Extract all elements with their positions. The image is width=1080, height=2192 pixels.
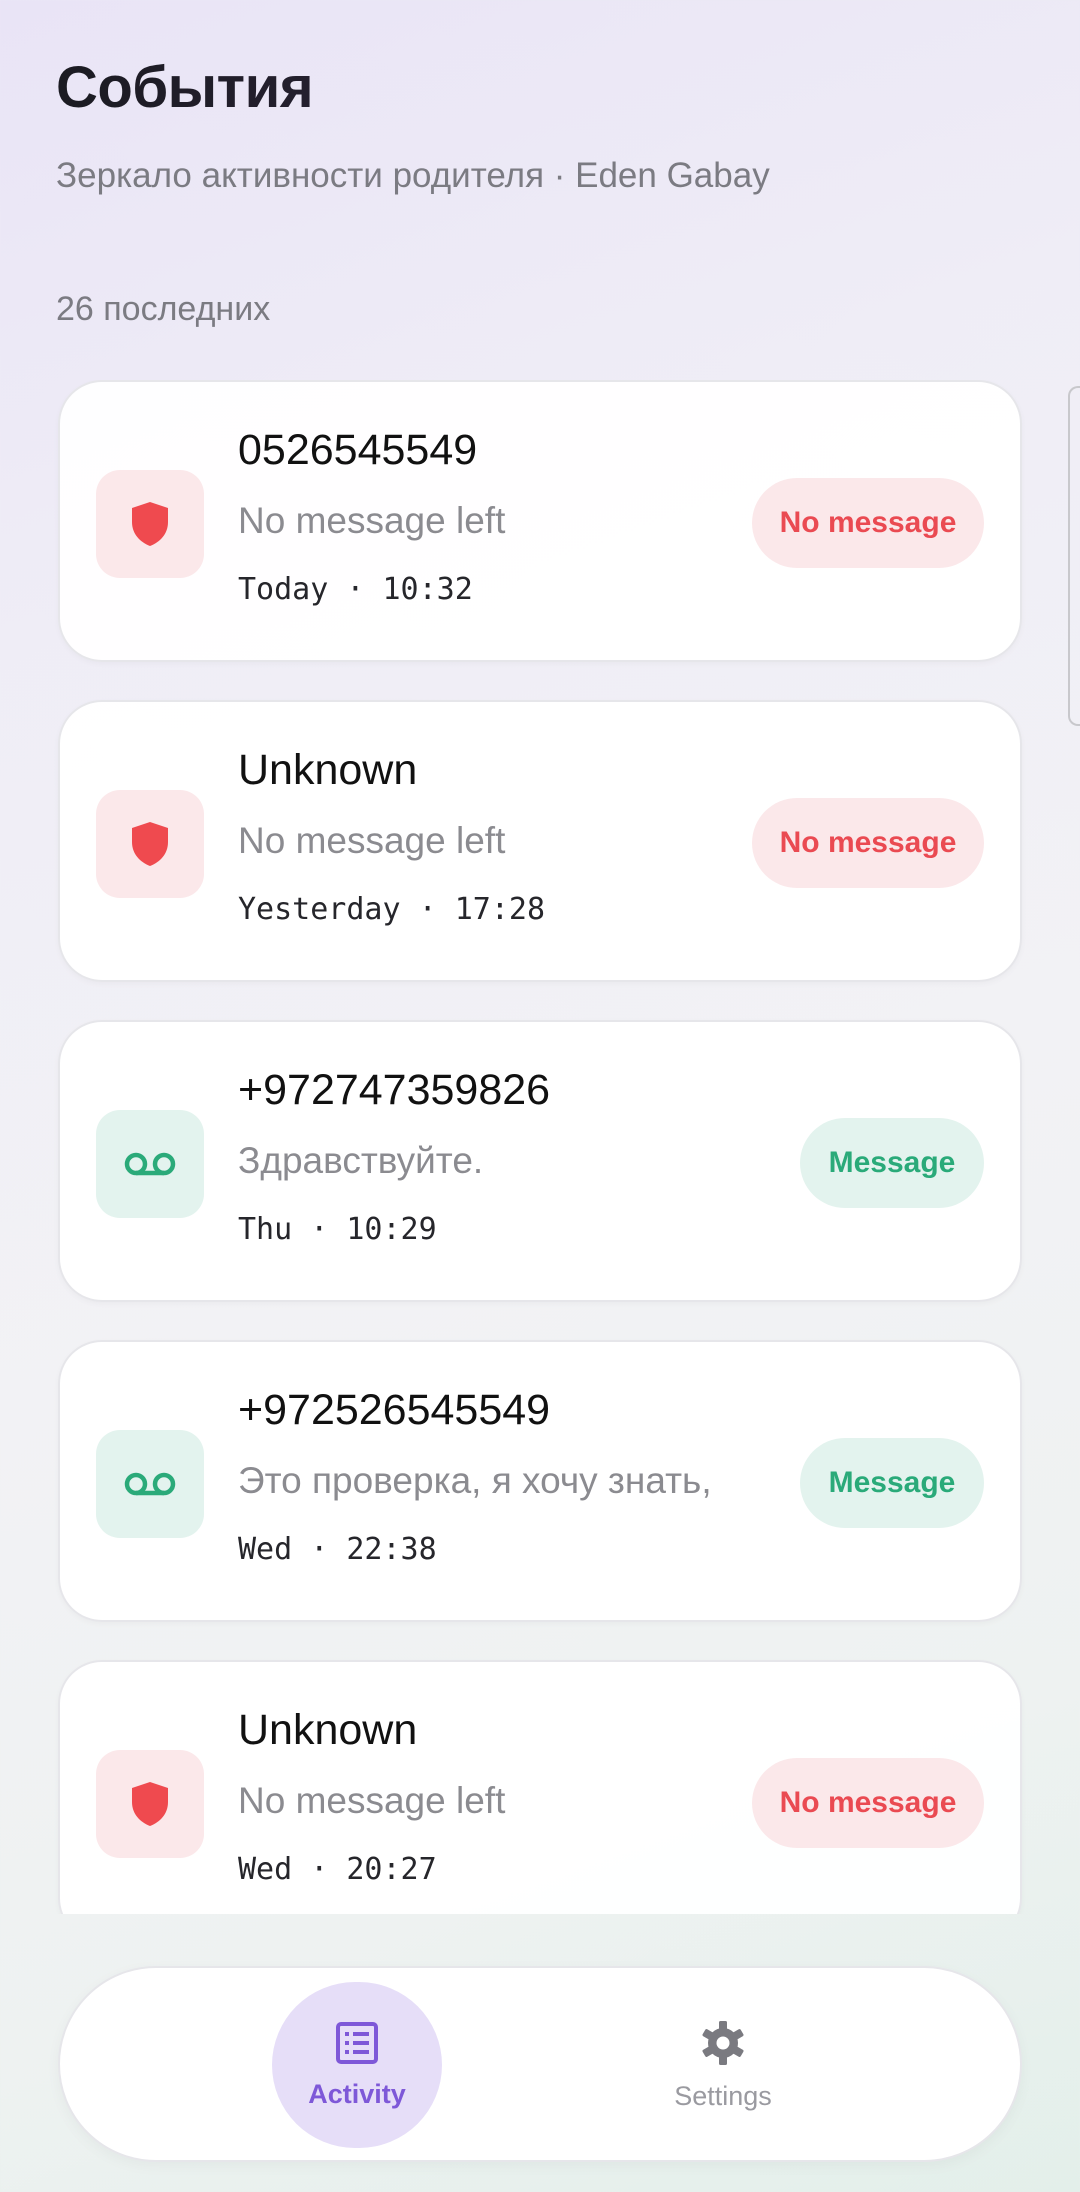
message-preview: Это проверка, я хочу знать, [238, 1460, 712, 1501]
caller-name: +972526545549 [238, 1386, 551, 1434]
event-time: Wed · 20:27 [238, 1852, 437, 1887]
bottom-navigation: Activity Settings [58, 1966, 1022, 2162]
page-header: События Зеркало активности родителя · Ed… [56, 52, 1016, 198]
event-time: Thu · 10:29 [238, 1212, 437, 1247]
voicemail-icon [124, 1472, 176, 1496]
voicemail-icon-box [96, 1430, 204, 1538]
status-badge: No message [752, 798, 984, 888]
message-preview: No message left [238, 500, 506, 541]
status-badge: Message [800, 1438, 984, 1528]
message-preview: Здравствуйте. [238, 1140, 484, 1181]
message-preview: No message left [238, 1780, 506, 1821]
event-card[interactable]: 0526545549 No message left Today · 10:32… [58, 380, 1022, 662]
event-time: Yesterday · 17:28 [238, 892, 546, 927]
gear-icon [702, 2020, 744, 2065]
event-time: Today · 10:32 [238, 572, 473, 607]
nav-activity-tab[interactable]: Activity [272, 1982, 442, 2148]
blocked-call-icon-box [96, 790, 204, 898]
status-badge: No message [752, 478, 984, 568]
shield-icon [132, 822, 168, 866]
shield-icon [132, 502, 168, 546]
voicemail-icon [124, 1152, 176, 1176]
event-card[interactable]: +972526545549 Это проверка, я хочу знать… [58, 1340, 1022, 1622]
event-card[interactable]: Unknown No message left Wed · 20:27 No m… [58, 1660, 1022, 1914]
blocked-call-icon-box [96, 470, 204, 578]
caller-name: Unknown [238, 1706, 418, 1754]
event-card[interactable]: +972747359826 Здравствуйте. Thu · 10:29 … [58, 1020, 1022, 1302]
nav-settings-tab[interactable]: Settings [638, 1982, 808, 2148]
message-preview: No message left [238, 820, 506, 861]
caller-name: +972747359826 [238, 1066, 551, 1114]
nav-activity-label: Activity [308, 2078, 406, 2109]
status-badge: Message [800, 1118, 984, 1208]
list-icon [336, 2021, 378, 2064]
page-title: События [56, 52, 1016, 124]
page-subtitle: Зеркало активности родителя · Eden Gabay [56, 156, 770, 195]
event-time: Wed · 22:38 [238, 1532, 437, 1567]
nav-settings-label: Settings [674, 2080, 772, 2111]
voicemail-icon-box [96, 1110, 204, 1218]
event-card[interactable]: Unknown No message left Yesterday · 17:2… [58, 700, 1022, 982]
caller-name: 0526545549 [238, 426, 478, 474]
events-list[interactable]: 0526545549 No message left Today · 10:32… [0, 380, 1080, 1914]
blocked-call-icon-box [96, 1750, 204, 1858]
events-count: 26 последних [56, 290, 271, 328]
caller-name: Unknown [238, 746, 418, 794]
status-badge: No message [752, 1758, 984, 1848]
shield-icon [132, 1782, 168, 1826]
